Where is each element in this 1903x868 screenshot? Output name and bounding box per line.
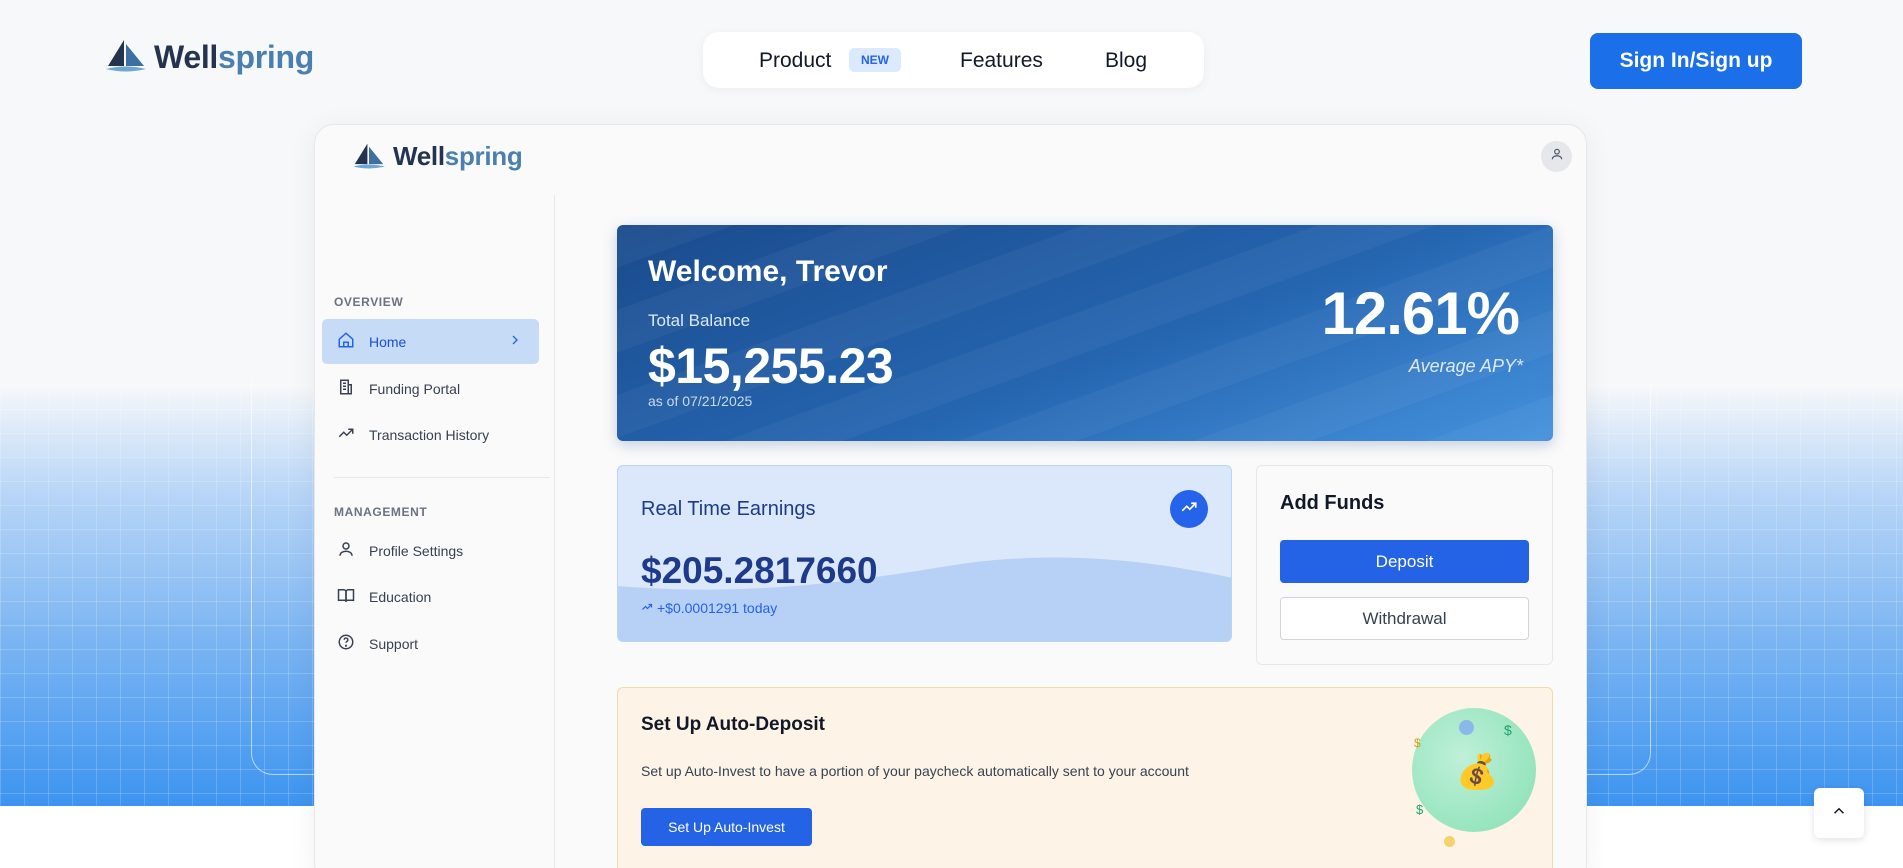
setup-auto-invest-button[interactable]: Set Up Auto-Invest: [641, 808, 812, 846]
balance-date: as of 07/21/2025: [648, 393, 753, 409]
help-circle-icon: [337, 633, 355, 654]
logo-wordmark: Wellspring: [393, 141, 523, 171]
nav-features[interactable]: Features: [960, 49, 1043, 73]
top-nav: Product NEW Features Blog: [703, 32, 1204, 88]
total-balance-label: Total Balance: [648, 311, 751, 330]
sidebar-item-label: Transaction History: [369, 426, 490, 443]
building-icon: [337, 378, 355, 399]
sidebar-item-transaction-history[interactable]: Transaction History: [322, 412, 539, 457]
sidebar-item-label: Funding Portal: [369, 380, 461, 397]
money-bag-illustration: $ $ $ 💰: [1404, 698, 1544, 848]
auto-deposit-card: Set Up Auto-Deposit Set up Auto-Invest t…: [617, 687, 1553, 868]
trending-up-icon: [641, 600, 653, 616]
app-logo[interactable]: Wellspring: [351, 141, 523, 172]
auto-deposit-title: Set Up Auto-Deposit: [641, 714, 826, 735]
sidebar-item-profile-settings[interactable]: Profile Settings: [322, 528, 539, 573]
nav-product[interactable]: Product: [759, 49, 831, 73]
dollar-sign-icon: $: [1414, 736, 1421, 750]
balance-card: Welcome, Trevor Total Balance $15,255.23…: [617, 225, 1553, 441]
money-bag-icon: 💰: [1456, 753, 1499, 791]
book-icon: [337, 586, 355, 607]
sidebar-item-funding-portal[interactable]: Funding Portal: [322, 366, 539, 411]
add-funds-title: Add Funds: [1280, 492, 1385, 514]
sidebar-item-label: Education: [369, 588, 432, 605]
chevron-right-icon: [507, 332, 523, 351]
earnings-trend-button[interactable]: [1170, 490, 1208, 528]
sidebar-item-support[interactable]: Support: [322, 621, 539, 666]
sidebar: OVERVIEW Home Funding Portal Transaction…: [315, 195, 555, 868]
chevron-up-icon: [1830, 802, 1848, 825]
welcome-heading: Welcome, Trevor: [648, 255, 888, 288]
withdrawal-button[interactable]: Withdrawal: [1280, 597, 1529, 640]
sidebar-divider: [334, 477, 550, 478]
user-avatar-button[interactable]: [1541, 141, 1572, 172]
scroll-to-top-button[interactable]: [1814, 788, 1864, 838]
trending-up-icon: [1180, 498, 1198, 521]
earnings-title: Real Time Earnings: [641, 498, 816, 520]
dollar-sign-icon: $: [1416, 802, 1424, 817]
sidebar-item-label: Home: [369, 333, 407, 350]
earnings-card: Real Time Earnings $205.2817660 +$0.0001…: [617, 465, 1232, 642]
earnings-value: $205.2817660: [641, 550, 878, 591]
sailboat-icon: [104, 38, 148, 76]
sidebar-item-education[interactable]: Education: [322, 574, 539, 619]
sidebar-item-label: Profile Settings: [369, 542, 464, 559]
user-icon: [337, 540, 355, 561]
sidebar-item-label: Support: [369, 635, 419, 652]
earnings-today: +$0.0001291 today: [641, 600, 777, 616]
section-title-overview: OVERVIEW: [334, 295, 404, 309]
dollar-sign-icon: $: [1504, 722, 1512, 738]
logo-wordmark: Wellspring: [154, 38, 314, 75]
site-logo[interactable]: Wellspring: [104, 38, 314, 76]
auto-deposit-description: Set up Auto-Invest to have a portion of …: [641, 763, 1189, 779]
total-balance-value: $15,255.23: [648, 338, 894, 394]
sidebar-item-home[interactable]: Home: [322, 319, 539, 364]
sailboat-icon: [351, 142, 387, 172]
user-icon: [1550, 147, 1564, 166]
home-icon: [337, 331, 355, 352]
signin-button[interactable]: Sign In/Sign up: [1590, 33, 1802, 89]
nav-blog[interactable]: Blog: [1105, 49, 1147, 73]
earnings-today-text: +$0.0001291 today: [657, 600, 778, 616]
new-badge: NEW: [849, 48, 901, 72]
trending-up-icon: [337, 424, 355, 445]
app-preview: Wellspring OVERVIEW Home Funding Portal: [314, 124, 1587, 868]
deposit-button[interactable]: Deposit: [1280, 540, 1529, 583]
apy-label: Average APY*: [1408, 356, 1523, 376]
apy-value: 12.61%: [1321, 280, 1520, 347]
add-funds-card: Add Funds Deposit Withdrawal: [1256, 465, 1553, 665]
section-title-management: MANAGEMENT: [334, 505, 428, 519]
